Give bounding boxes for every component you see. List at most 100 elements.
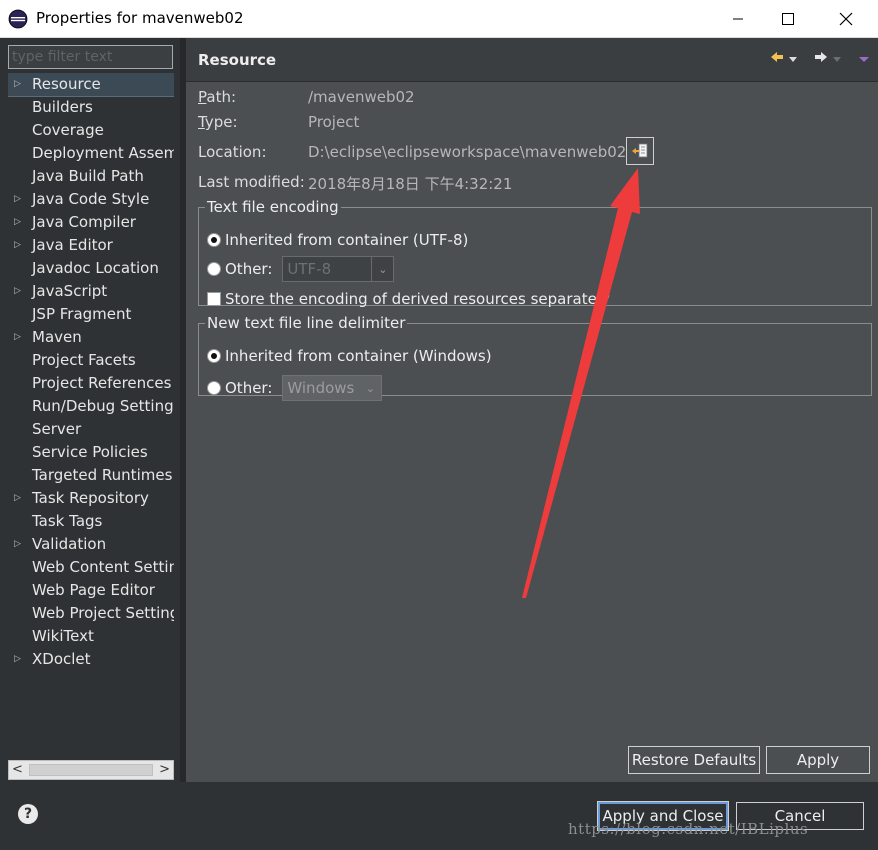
tree-item[interactable]: Service Policies xyxy=(8,441,174,464)
encoding-other-option[interactable]: Other: UTF-8 ⌄ xyxy=(207,256,395,282)
tree-item[interactable]: ▷ Java Code Style xyxy=(8,188,174,211)
tree-item-label: Web Content Settin xyxy=(32,558,174,576)
tree-horizontal-scrollbar[interactable]: < > xyxy=(8,760,174,780)
delimiter-inherited-radio[interactable] xyxy=(207,349,221,363)
close-button[interactable] xyxy=(818,0,874,38)
tree-item[interactable]: ▷ Java Compiler xyxy=(8,211,174,234)
encoding-select[interactable]: UTF-8 ⌄ xyxy=(282,256,395,282)
tree-item[interactable]: ▷ XDoclet xyxy=(8,648,174,671)
maximize-icon xyxy=(782,13,794,25)
help-icon[interactable]: ? xyxy=(18,804,38,824)
tree-item[interactable]: Server xyxy=(8,418,174,441)
encoding-inherited-label: Inherited from container (UTF-8) xyxy=(225,231,469,249)
tree-item-label: Targeted Runtimes xyxy=(32,466,173,484)
tree-item-label: Resource xyxy=(32,75,101,93)
encoding-other-radio[interactable] xyxy=(207,262,221,276)
store-encoding-checkbox[interactable] xyxy=(207,292,221,306)
tree-item[interactable]: JSP Fragment xyxy=(8,303,174,326)
tree-item[interactable]: Deployment Assem xyxy=(8,142,174,165)
tree-item[interactable]: Web Page Editor xyxy=(8,579,174,602)
scroll-right-icon[interactable]: > xyxy=(159,762,170,777)
expand-arrow-icon[interactable]: ▷ xyxy=(14,533,21,556)
resource-page: Resource Path: /mavenweb02 Type: Project… xyxy=(186,38,878,782)
tree-item-label: JavaScript xyxy=(32,282,108,300)
tree-item[interactable]: Coverage xyxy=(8,119,174,142)
delimiter-other-option[interactable]: Other: Windows ⌄ xyxy=(207,375,383,401)
tree-item[interactable]: Run/Debug Settings xyxy=(8,395,174,418)
encoding-select-value: UTF-8 xyxy=(287,260,332,278)
delimiter-other-label: Other: xyxy=(225,379,273,397)
delimiter-select[interactable]: Windows ⌄ xyxy=(282,375,383,401)
page-header: Resource xyxy=(186,38,878,82)
maximize-button[interactable] xyxy=(760,0,816,38)
chevron-down-icon: ⌄ xyxy=(365,381,375,395)
tree-item-label: Run/Debug Settings xyxy=(32,397,174,415)
delimiter-inherited-label: Inherited from container (Windows) xyxy=(225,347,492,365)
tree-item[interactable]: ▷ Task Repository xyxy=(8,487,174,510)
scroll-thumb[interactable] xyxy=(29,764,153,776)
tree-item[interactable]: Project References xyxy=(8,372,174,395)
expand-arrow-icon[interactable]: ▷ xyxy=(14,234,21,257)
tree-item[interactable]: Builders xyxy=(8,96,174,119)
expand-arrow-icon[interactable]: ▷ xyxy=(14,188,21,211)
expand-arrow-icon[interactable]: ▷ xyxy=(14,648,21,671)
back-dropdown-icon[interactable] xyxy=(788,49,798,67)
tree-item-label: Validation xyxy=(32,535,107,553)
tree-item[interactable]: WikiText xyxy=(8,625,174,648)
minimize-button[interactable] xyxy=(710,0,766,38)
tree-item[interactable]: ▷ Java Editor xyxy=(8,234,174,257)
tree-item-label: Java Editor xyxy=(32,236,113,254)
scroll-left-icon[interactable]: < xyxy=(12,762,23,777)
tree-item-label: Web Page Editor xyxy=(32,581,155,599)
minimize-icon xyxy=(733,18,743,20)
tree-item[interactable]: Java Build Path xyxy=(8,165,174,188)
page-title: Resource xyxy=(198,51,277,69)
eclipse-app-icon xyxy=(8,9,28,29)
type-value: Project xyxy=(308,113,360,131)
tree-item[interactable]: Project Facets xyxy=(8,349,174,372)
expand-arrow-icon[interactable]: ▷ xyxy=(14,487,21,510)
page-nav xyxy=(770,49,870,67)
restore-defaults-button[interactable]: Restore Defaults xyxy=(628,746,760,774)
tree-item[interactable]: Javadoc Location xyxy=(8,257,174,280)
close-icon xyxy=(839,12,853,26)
expand-arrow-icon[interactable]: ▷ xyxy=(14,211,21,234)
delimiter-inherited-option[interactable]: Inherited from container (Windows) xyxy=(207,347,492,365)
tree-item-label: Task Repository xyxy=(32,489,149,507)
tree-item-label: Javadoc Location xyxy=(32,259,159,277)
open-folder-icon xyxy=(632,143,648,158)
line-delimiter-group: New text file line delimiter Inherited f… xyxy=(198,314,872,401)
encoding-inherited-radio[interactable] xyxy=(207,233,221,247)
filter-input[interactable] xyxy=(8,45,173,69)
modified-label: Last modified: xyxy=(198,173,305,191)
forward-dropdown-icon[interactable] xyxy=(832,49,842,67)
expand-arrow-icon[interactable]: ▷ xyxy=(14,280,21,303)
store-encoding-label: Store the encoding of derived resources … xyxy=(225,290,610,308)
tree-item-label: XDoclet xyxy=(32,650,91,668)
tree-item[interactable]: ▷ JavaScript xyxy=(8,280,174,303)
apply-button[interactable]: Apply xyxy=(766,746,870,774)
back-arrow-icon[interactable] xyxy=(770,49,784,67)
tree-item[interactable]: Task Tags xyxy=(8,510,174,533)
show-in-explorer-button[interactable] xyxy=(626,137,654,165)
tree-item-label: Service Policies xyxy=(32,443,148,461)
delimiter-other-radio[interactable] xyxy=(207,381,221,395)
forward-arrow-icon[interactable] xyxy=(814,49,828,67)
expand-arrow-icon[interactable]: ▷ xyxy=(14,73,21,96)
title-bar: Properties for mavenweb02 xyxy=(0,0,878,38)
tree-item-label: WikiText xyxy=(32,627,94,645)
tree-item[interactable]: Web Content Settin xyxy=(8,556,174,579)
encoding-inherited-option[interactable]: Inherited from container (UTF-8) xyxy=(207,231,468,249)
tree-item-label: Deployment Assem xyxy=(32,144,174,162)
tree-item[interactable]: ▷ Resource xyxy=(8,73,174,97)
tree-item[interactable]: ▷ Maven xyxy=(8,326,174,349)
tree-item[interactable]: Web Project Setting xyxy=(8,602,174,625)
view-menu-icon[interactable] xyxy=(858,49,870,67)
text-encoding-legend: Text file encoding xyxy=(207,198,339,216)
location-value: D:\eclipse\eclipseworkspace\mavenweb02 xyxy=(308,143,627,161)
tree-item[interactable]: ▷ Validation xyxy=(8,533,174,556)
tree-item[interactable]: Targeted Runtimes xyxy=(8,464,174,487)
expand-arrow-icon[interactable]: ▷ xyxy=(14,326,21,349)
tree-item-label: Coverage xyxy=(32,121,104,139)
store-encoding-option[interactable]: Store the encoding of derived resources … xyxy=(207,290,610,308)
